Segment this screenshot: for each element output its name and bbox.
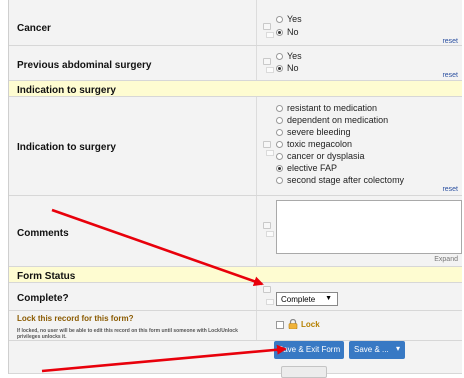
lock-label: Lock — [301, 320, 320, 329]
section-header-indication: Indication to surgery — [9, 81, 462, 97]
complete-status-select[interactable]: Complete ▼ — [276, 292, 338, 306]
data-entry-form: Cancer Yes No reset Previous abdominal s… — [8, 0, 462, 378]
field-row-comments: Comments Expand — [9, 196, 462, 267]
reset-link[interactable]: reset — [442, 72, 458, 79]
radio-option[interactable]: Yes — [276, 14, 302, 24]
comment-icon[interactable] — [266, 32, 274, 38]
radio-button[interactable] — [276, 29, 283, 36]
history-icon[interactable] — [263, 23, 271, 30]
radio-option[interactable]: No — [276, 27, 299, 37]
radio-option[interactable]: toxic megacolon — [276, 139, 352, 149]
history-icon[interactable] — [263, 222, 271, 229]
comment-icon[interactable] — [266, 150, 274, 156]
radio-option[interactable]: Yes — [276, 51, 302, 61]
field-row-lock: Lock this record for this form? If locke… — [9, 311, 462, 341]
history-icon[interactable] — [263, 58, 271, 65]
field-label-complete: Complete? — [17, 293, 69, 304]
reset-link[interactable]: reset — [442, 38, 458, 45]
radio-button[interactable] — [276, 53, 283, 60]
radio-option[interactable]: dependent on medication — [276, 115, 388, 125]
radio-button[interactable] — [276, 177, 283, 184]
expand-link[interactable]: Expand — [434, 256, 458, 263]
comment-icon[interactable] — [266, 67, 274, 73]
radio-button[interactable] — [276, 165, 283, 172]
radio-button[interactable] — [276, 16, 283, 23]
field-row-indication: Indication to surgery resistant to medic… — [9, 97, 462, 196]
section-header-label: Form Status — [17, 271, 76, 282]
field-label-indication: Indication to surgery — [17, 142, 116, 153]
field-label-comments: Comments — [17, 228, 69, 239]
radio-option[interactable]: elective FAP — [276, 163, 337, 173]
radio-option[interactable]: No — [276, 63, 299, 73]
radio-button[interactable] — [276, 117, 283, 124]
field-row-cancer: Cancer Yes No reset — [9, 0, 462, 46]
field-label-cancer: Cancer — [17, 23, 51, 34]
comments-textarea[interactable] — [276, 200, 462, 254]
radio-button[interactable] — [276, 105, 283, 112]
comment-icon[interactable] — [266, 299, 274, 305]
dropdown-caret-icon: ▼ — [325, 295, 332, 302]
radio-option[interactable]: second stage after colectomy — [276, 175, 404, 185]
radio-button[interactable] — [276, 141, 283, 148]
radio-button[interactable] — [276, 153, 283, 160]
section-header-form-status: Form Status — [9, 267, 462, 283]
lock-record-note: If locked, no user will be able to edit … — [17, 328, 238, 340]
history-icon[interactable] — [263, 141, 271, 148]
reset-link[interactable]: reset — [442, 186, 458, 193]
save-options-button[interactable]: Save & ... ▾ — [349, 341, 405, 359]
dropdown-caret-icon: ▾ — [395, 344, 400, 353]
field-row-previous-surgery: Previous abdominal surgery Yes No reset — [9, 46, 462, 81]
cancel-button[interactable] — [281, 366, 327, 378]
radio-option[interactable]: severe bleeding — [276, 127, 351, 137]
radio-option[interactable]: resistant to medication — [276, 103, 377, 113]
history-icon[interactable] — [263, 286, 271, 293]
radio-button[interactable] — [276, 129, 283, 136]
comment-icon[interactable] — [266, 231, 274, 237]
save-exit-form-button[interactable]: Save & Exit Form — [274, 341, 344, 359]
lock-checkbox[interactable] — [276, 321, 284, 329]
radio-option[interactable]: cancer or dysplasia — [276, 151, 365, 161]
field-row-complete: Complete? Complete ▼ — [9, 283, 462, 311]
radio-button[interactable] — [276, 65, 283, 72]
lock-icon — [288, 319, 298, 329]
form-buttons-row: Save & Exit Form Save & ... ▾ — [9, 341, 462, 378]
lock-record-title: Lock this record for this form? — [17, 314, 134, 323]
field-label-previous-surgery: Previous abdominal surgery — [17, 60, 152, 71]
section-header-label: Indication to surgery — [17, 85, 116, 96]
